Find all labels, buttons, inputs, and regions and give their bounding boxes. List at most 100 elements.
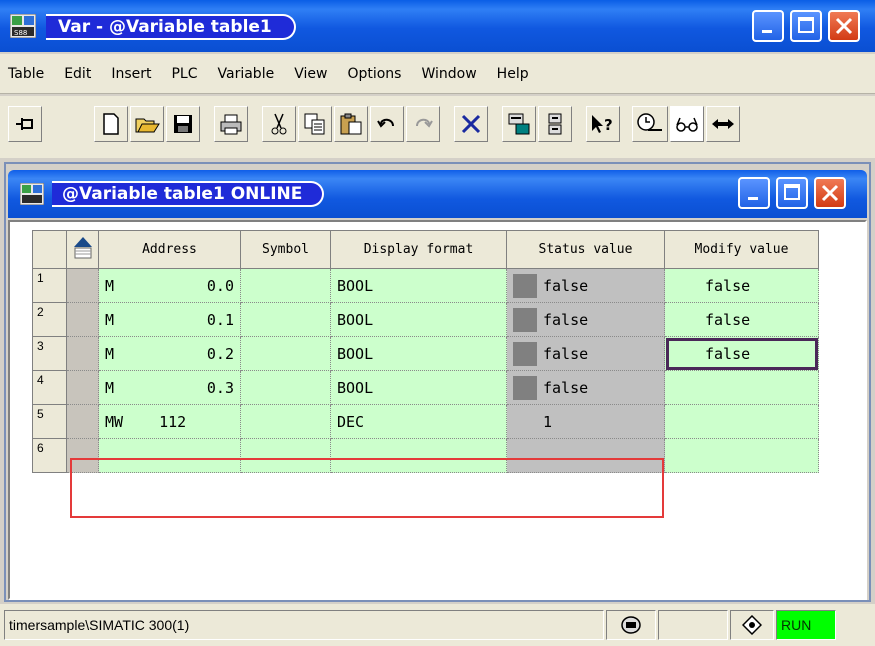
modify-value-header[interactable]: Modify value [664, 230, 819, 269]
address-cell[interactable]: M 0.1 [98, 302, 241, 337]
address-header[interactable]: Address [98, 230, 241, 269]
symbol-cell[interactable] [240, 404, 331, 439]
symbol-cell[interactable] [240, 336, 331, 371]
variable-table-window: @Variable table1 ONLINE Address Symbol D… [4, 162, 871, 602]
row-number[interactable]: 3 [32, 336, 67, 371]
monitor-variable-button[interactable] [670, 106, 704, 142]
subwindow-title: @Variable table1 ONLINE [52, 181, 325, 207]
variable-table: Address Symbol Display format Status val… [32, 230, 819, 473]
modify-value-cell[interactable] [664, 370, 819, 405]
row-marker-cell [66, 302, 99, 337]
table-row[interactable]: 3 M 0.2 BOOL false false [32, 336, 819, 371]
row-number[interactable]: 5 [32, 404, 67, 439]
menu-plc[interactable]: PLC [171, 66, 197, 82]
modify-value-cell[interactable]: false [664, 302, 819, 337]
display-format-cell[interactable]: BOOL [330, 336, 507, 371]
maximize-icon [784, 184, 800, 200]
address-cell[interactable]: MW 112 [98, 404, 241, 439]
diamond-icon [742, 615, 762, 635]
symbol-header[interactable]: Symbol [240, 230, 331, 269]
modify-value-cell[interactable] [664, 438, 819, 473]
table-row[interactable]: 4 M 0.3 BOOL false [32, 370, 819, 405]
help-button[interactable]: ? [586, 106, 620, 142]
modify-value-cell[interactable]: false [664, 268, 819, 303]
table-row[interactable]: 5 MW 112 DEC 1 [32, 404, 819, 439]
modify-variable-button[interactable] [706, 106, 740, 142]
monitor-button[interactable] [632, 106, 668, 142]
address-area: M [105, 344, 115, 363]
paste-button[interactable] [334, 106, 368, 142]
copy-button[interactable] [298, 106, 332, 142]
display-format-header[interactable]: Display format [330, 230, 507, 269]
symbol-cell[interactable] [240, 438, 331, 473]
menu-bar: Table Edit Insert PLC Variable View Opti… [0, 54, 875, 94]
select-all-header[interactable] [66, 230, 99, 269]
delete-button[interactable] [454, 106, 488, 142]
row-number[interactable]: 4 [32, 370, 67, 405]
modify-icon [712, 119, 734, 129]
display-format-cell[interactable]: BOOL [330, 268, 507, 303]
display-format-cell[interactable] [330, 438, 507, 473]
sub-close-button[interactable] [814, 177, 846, 209]
status-value: false [543, 344, 589, 363]
offline-button[interactable] [538, 106, 572, 142]
row-number[interactable]: 2 [32, 302, 67, 337]
close-button[interactable] [828, 10, 860, 42]
menu-insert[interactable]: Insert [111, 66, 151, 82]
status-indicator [513, 307, 537, 332]
symbol-cell[interactable] [240, 268, 331, 303]
display-format-cell[interactable]: BOOL [330, 302, 507, 337]
minimize-icon [762, 30, 772, 33]
symbol-cell[interactable] [240, 370, 331, 405]
sub-minimize-button[interactable] [738, 177, 770, 209]
row-number[interactable]: 1 [32, 268, 67, 303]
s7-app-icon: S88 [10, 14, 36, 38]
redo-button[interactable] [406, 106, 440, 142]
online-button[interactable] [502, 106, 536, 142]
modify-value-cell-selected[interactable]: false [664, 336, 819, 371]
save-button[interactable] [166, 106, 200, 142]
minimize-button[interactable] [752, 10, 784, 42]
menu-help[interactable]: Help [497, 66, 529, 82]
menu-options[interactable]: Options [347, 66, 401, 82]
maximize-button[interactable] [790, 10, 822, 42]
status-path: timersample\SIMATIC 300(1) [4, 610, 604, 640]
address-cell[interactable]: M 0.2 [98, 336, 241, 371]
pin-button[interactable] [8, 106, 42, 142]
table-header-row: Address Symbol Display format Status val… [32, 230, 819, 269]
status-value-cell: false [506, 336, 665, 371]
menu-variable[interactable]: Variable [218, 66, 275, 82]
paste-icon [340, 113, 362, 135]
row-number[interactable]: 6 [32, 438, 67, 473]
print-button[interactable] [214, 106, 248, 142]
symbol-cell[interactable] [240, 302, 331, 337]
table-row[interactable]: 2 M 0.1 BOOL false false [32, 302, 819, 337]
address-cell[interactable] [98, 438, 241, 473]
table-row[interactable]: 1 M 0.0 BOOL false false [32, 268, 819, 303]
table-row[interactable]: 6 [32, 438, 819, 473]
modify-value-cell[interactable] [664, 404, 819, 439]
display-format-cell[interactable]: DEC [330, 404, 507, 439]
window-title: Var - @Variable table1 [46, 14, 296, 40]
menu-view[interactable]: View [294, 66, 327, 82]
status-value-cell: false [506, 302, 665, 337]
status-value-header[interactable]: Status value [506, 230, 665, 269]
svg-text:S88: S88 [14, 29, 27, 37]
open-button[interactable] [130, 106, 164, 142]
address-area: MW [105, 412, 124, 431]
cut-button[interactable] [262, 106, 296, 142]
undo-button[interactable] [370, 106, 404, 142]
run-mode-indicator: RUN [776, 610, 836, 640]
sub-maximize-button[interactable] [776, 177, 808, 209]
new-button[interactable] [94, 106, 128, 142]
status-value-cell: false [506, 370, 665, 405]
address-cell[interactable]: M 0.3 [98, 370, 241, 405]
menu-table[interactable]: Table [8, 66, 44, 82]
menu-window[interactable]: Window [421, 66, 476, 82]
connection-icon [621, 616, 641, 634]
row-marker-cell [66, 404, 99, 439]
display-format-cell[interactable]: BOOL [330, 370, 507, 405]
subwindow-title-bar: @Variable table1 ONLINE [8, 170, 867, 218]
menu-edit[interactable]: Edit [64, 66, 91, 82]
address-cell[interactable]: M 0.0 [98, 268, 241, 303]
